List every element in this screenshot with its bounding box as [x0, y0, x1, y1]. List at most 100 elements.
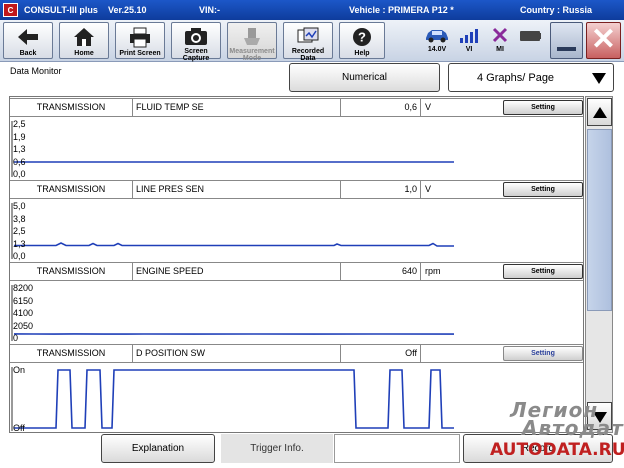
graph-trace	[14, 369, 454, 429]
scrollbar[interactable]	[585, 96, 613, 433]
graph-plot: On Off	[10, 363, 583, 432]
arrow-down-icon	[593, 412, 607, 423]
signal-icon	[460, 29, 478, 43]
setting-button[interactable]: Setting	[503, 100, 583, 115]
y-tick-label: 8200	[13, 283, 34, 293]
recorded-data-label-2: Data	[300, 55, 316, 62]
minimize-button[interactable]	[550, 22, 583, 59]
graph-item-value: 1,0	[341, 181, 421, 198]
screen-capture-label-2: Capture	[182, 55, 210, 62]
y-tick-label: 0,0	[13, 169, 26, 179]
back-button[interactable]: Back	[3, 22, 53, 59]
mi-label: MI	[496, 46, 504, 53]
graph-item-name: D POSITION SW	[133, 345, 341, 362]
graph-item-value: 640	[341, 263, 421, 280]
graph-plot: 5,0 3,8 2,5 1,3 0,0	[10, 199, 583, 262]
card-status	[517, 23, 543, 59]
country-label: Country : Russia	[520, 5, 593, 15]
card-icon	[520, 31, 541, 41]
graph-item-unit: V	[425, 102, 432, 112]
app-name: CONSULT-III plus	[24, 5, 98, 15]
y-tick-label: 3,8	[13, 213, 26, 224]
help-icon: ?	[353, 28, 371, 46]
y-tick-label: 2050	[13, 320, 34, 331]
y-tick-label: 4100	[13, 308, 34, 318]
graph-group: TRANSMISSION	[10, 99, 133, 116]
y-tick-label: 2,5	[13, 226, 26, 236]
screen-capture-label-1: Screen	[184, 48, 208, 55]
vehicle-label: Vehicle : PRIMERA P12 *	[349, 5, 454, 15]
y-tick-label: 0,6	[13, 156, 26, 167]
setting-button[interactable]: Setting	[503, 182, 583, 197]
battery-status: 14.0V	[424, 23, 450, 59]
graph-item-value: 0,6	[341, 99, 421, 116]
y-tick-label: 1,9	[13, 131, 26, 142]
trigger-info-label: Trigger Info.	[221, 434, 333, 463]
disconnected-icon	[492, 27, 508, 43]
close-button[interactable]: ✕	[586, 22, 621, 59]
minimize-icon	[557, 47, 576, 51]
car-icon	[426, 30, 448, 43]
print-screen-button[interactable]: Print Screen	[115, 22, 165, 59]
arrow-up-icon	[593, 107, 607, 118]
graph-plot: 8200 6150 4100 2050 0	[10, 281, 583, 344]
y-tick-label: 0	[13, 333, 19, 343]
explanation-button[interactable]: Explanation	[101, 434, 215, 463]
mi-status: MI	[487, 23, 513, 59]
graphs-per-page-select[interactable]: 4 Graphs/ Page	[448, 63, 614, 92]
scroll-up-button[interactable]	[587, 98, 612, 126]
graph-item-unit: V	[425, 184, 432, 194]
vi-status: VI	[456, 23, 482, 59]
page-title: Data Monitor	[10, 66, 62, 76]
setting-button[interactable]: Setting	[503, 346, 583, 361]
y-tick-label: 1,3	[13, 144, 26, 154]
screen-capture-button[interactable]: Screen Capture	[171, 22, 221, 62]
graph-group: TRANSMISSION	[10, 345, 133, 362]
graph-panel: TRANSMISSION FLUID TEMP SE 0,6 V Setting…	[9, 96, 584, 433]
graph-item-unit: rpm	[425, 266, 441, 276]
close-icon: ✕	[590, 23, 617, 56]
graph-item-name: FLUID TEMP SE	[133, 99, 341, 116]
print-screen-label: Print Screen	[119, 50, 161, 57]
recorded-data-label-1: Recorded	[291, 48, 325, 55]
app-logo-icon: C	[3, 3, 18, 17]
measurement-mode-label-2: Mode	[242, 55, 262, 62]
graph-item-name: ENGINE SPEED	[133, 263, 341, 280]
vin-label: VIN:-	[199, 5, 220, 15]
app-version: Ver.25.10	[108, 5, 147, 15]
graph-group: TRANSMISSION	[10, 181, 133, 198]
scroll-thumb[interactable]	[587, 129, 612, 311]
battery-voltage: 14.0V	[427, 46, 447, 53]
graph-item-unit	[421, 345, 501, 362]
recorded-data-button[interactable]: Recorded Data	[283, 22, 333, 62]
graph-trace	[14, 242, 454, 247]
scroll-down-button[interactable]	[587, 402, 612, 430]
graph-svg	[11, 121, 454, 177]
graph-header-d-position: TRANSMISSION D POSITION SW Off Setting	[10, 344, 583, 363]
graph-group: TRANSMISSION	[10, 263, 133, 280]
graphs-per-page-value: 4 Graphs/ Page	[477, 72, 555, 84]
y-tick-label: 1,3	[13, 238, 26, 249]
y-tick-label: 2,5	[13, 119, 26, 129]
help-label: Help	[354, 50, 370, 57]
y-tick-label: 0,0	[13, 251, 26, 261]
toolbar: Back Home Print Screen Screen Capture Me…	[0, 20, 624, 62]
graph-item-name: LINE PRES SEN	[133, 181, 341, 198]
home-button[interactable]: Home	[59, 22, 109, 59]
setting-button[interactable]: Setting	[503, 264, 583, 279]
home-label: Home	[74, 50, 94, 57]
svg-text:?: ?	[358, 30, 366, 45]
trigger-info-field	[334, 434, 460, 463]
measurement-mode-button[interactable]: Measurement Mode	[227, 22, 277, 62]
printer-icon	[130, 27, 150, 48]
numerical-button[interactable]: Numerical	[289, 63, 440, 92]
help-button[interactable]: ? Help	[339, 22, 385, 59]
title-bar: C CONSULT-III plus Ver.25.10 VIN:- Vehic…	[0, 0, 624, 20]
vi-label: VI	[465, 46, 473, 53]
recorded-data-icon	[297, 27, 319, 43]
graph-header-line-pres: TRANSMISSION LINE PRES SEN 1,0 V Setting	[10, 180, 583, 199]
record-button[interactable]: Record	[463, 434, 613, 463]
back-label: Back	[19, 50, 37, 57]
graph-header-fluid-temp: TRANSMISSION FLUID TEMP SE 0,6 V Setting	[10, 98, 583, 117]
measurement-icon	[244, 28, 260, 45]
